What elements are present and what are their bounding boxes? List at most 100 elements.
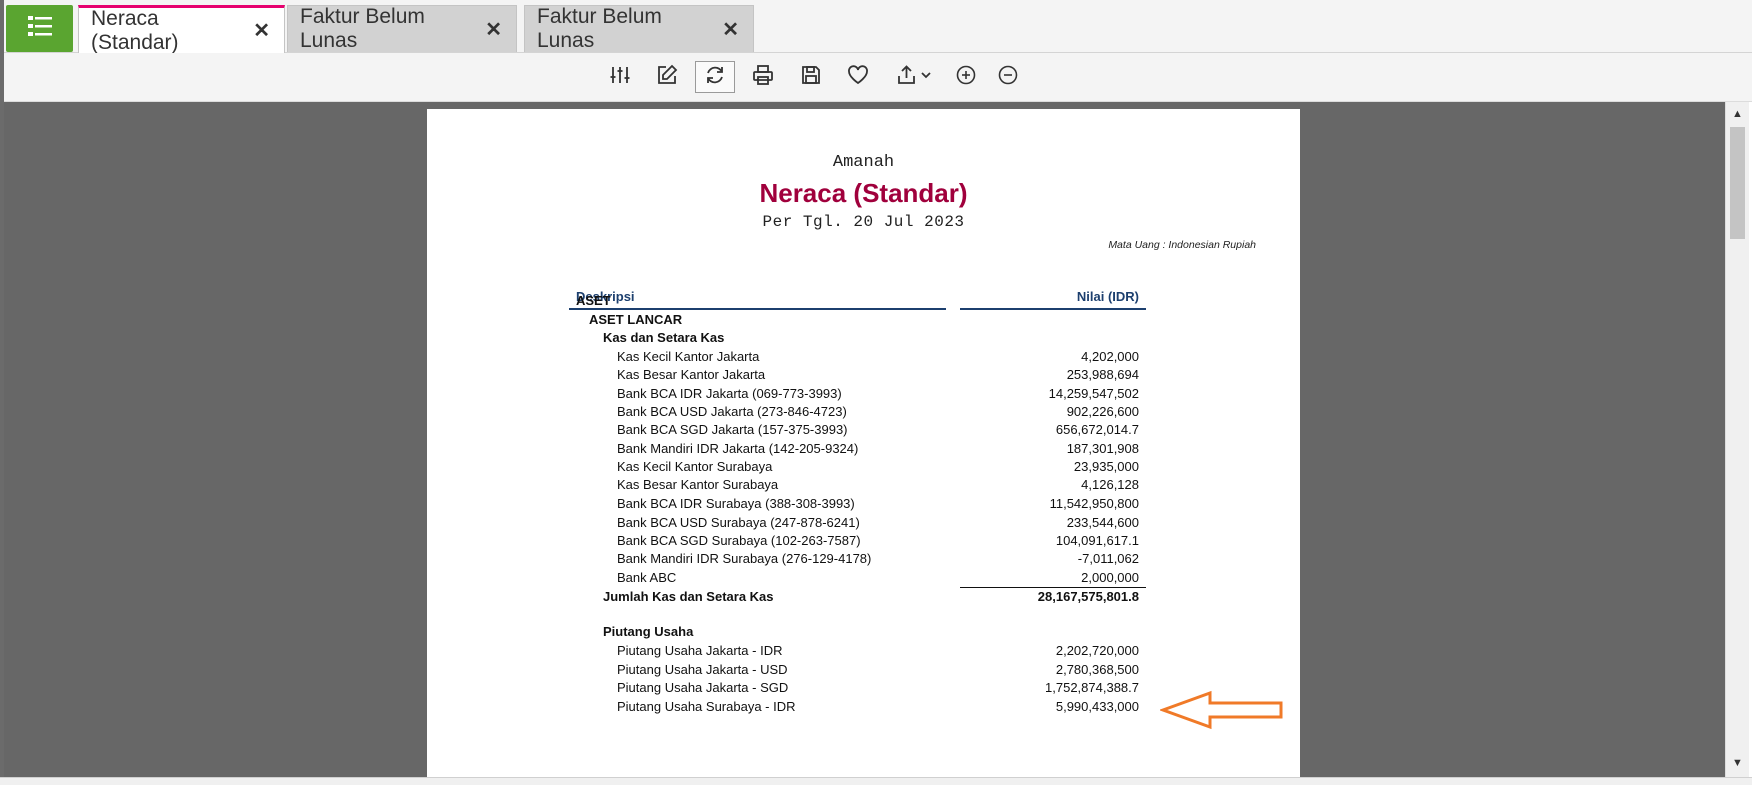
row-label: Jumlah Kas dan Setara Kas [603, 589, 774, 604]
company-name: Amanah [832, 153, 895, 172]
row-value: 2,780,368,500 [1055, 662, 1139, 677]
filter-sliders-icon [609, 65, 631, 90]
row-value: 5,990,433,000 [1055, 699, 1139, 714]
report-row: Jumlah Kas dan Setara Kas 28,167,575,801.… [569, 588, 1146, 608]
report-row: Bank BCA USD Jakarta (273-846-4723) 902,2… [569, 403, 1146, 423]
tab-label: Faktur Belum Lunas [300, 5, 425, 52]
refresh-button[interactable] [695, 61, 735, 93]
report-date: Per Tgl. 20 Jul 2023 [762, 213, 965, 231]
row-value: 14,259,547,502 [1048, 386, 1139, 401]
row-value: -7,011,062 [1077, 551, 1139, 566]
tab-faktur-belum-lunas-1[interactable]: Faktur Belum Lunas ✕ [287, 5, 517, 52]
row-label: Kas Kecil Kantor Surabaya [617, 459, 773, 474]
row-label: Piutang Usaha [603, 624, 694, 639]
tab-faktur-belum-lunas-2[interactable]: Faktur Belum Lunas ✕ [524, 5, 754, 52]
tab-neraca-standar[interactable]: Neraca (Standar) ✕ [78, 5, 285, 54]
main-menu-button[interactable] [6, 5, 73, 52]
scrollbar-thumb[interactable] [1730, 127, 1745, 239]
tab-label: Neraca (Standar) [91, 6, 179, 54]
report-row: Kas Kecil Kantor Surabaya 23,935,000 [569, 458, 1146, 478]
report-toolbar [4, 53, 1752, 102]
report-row: Bank ABC 2,000,000 [569, 569, 1146, 589]
row-value: 253,988,694 [1066, 367, 1139, 382]
row-label: Bank BCA USD Surabaya (247-878-6241) [617, 515, 860, 530]
scroll-down-icon[interactable]: ▼ [1732, 757, 1743, 769]
row-label: Piutang Usaha Jakarta - USD [617, 662, 788, 677]
print-icon [752, 64, 774, 91]
report-row: Bank BCA USD Surabaya (247-878-6241) 233,… [569, 514, 1146, 534]
row-label: Kas Besar Kantor Surabaya [617, 477, 779, 492]
chevron-down-icon [920, 68, 932, 86]
close-icon[interactable]: ✕ [253, 18, 270, 43]
report-row: Kas Besar Kantor Jakarta 253,988,694 [569, 366, 1146, 386]
close-icon[interactable]: ✕ [722, 17, 739, 42]
row-label: Bank BCA SGD Surabaya (102-263-7587) [617, 533, 861, 548]
report-row: Piutang Usaha Jakarta - IDR 2,202,720,000 [569, 642, 1146, 662]
row-label: Bank BCA IDR Surabaya (388-308-3993) [617, 496, 855, 511]
row-label: ASET LANCAR [589, 312, 683, 327]
scroll-up-icon[interactable]: ▲ [1732, 108, 1743, 120]
row-label: ASET [576, 293, 611, 308]
report-row: Piutang Usaha [569, 623, 1146, 643]
edit-button[interactable] [647, 61, 687, 93]
close-icon[interactable]: ✕ [485, 17, 502, 42]
print-button[interactable] [743, 61, 783, 93]
vertical-scrollbar[interactable]: ▲ ▼ [1725, 102, 1749, 777]
row-label: Piutang Usaha Surabaya - IDR [617, 699, 796, 714]
report-row: Bank Mandiri IDR Surabaya (276-129-4178)… [569, 550, 1146, 570]
currency-note: Mata Uang : Indonesian Rupiah [1108, 239, 1256, 251]
row-label: Bank BCA IDR Jakarta (069-773-3993) [617, 386, 842, 401]
row-value: 28,167,575,801.8 [1037, 589, 1139, 604]
row-value: 4,202,000 [1081, 349, 1139, 364]
row-value: 1,752,874,388.7 [1045, 680, 1139, 695]
row-label: Bank Mandiri IDR Jakarta (142-205-9324) [617, 441, 859, 456]
row-value: 23,935,000 [1073, 459, 1139, 474]
row-value: 187,301,908 [1066, 441, 1139, 456]
row-label: Piutang Usaha Jakarta - IDR [617, 643, 783, 658]
report-row: Kas dan Setara Kas [569, 329, 1146, 349]
report-row: Piutang Usaha Jakarta - SGD 1,752,874,388… [569, 679, 1146, 699]
refresh-icon [704, 64, 726, 91]
report-row: Bank BCA IDR Jakarta (069-773-3993) 14,25… [569, 385, 1146, 405]
filter-button[interactable] [600, 61, 640, 93]
favorite-heart-icon [847, 64, 869, 91]
arrow-annotation-icon [1160, 690, 1283, 730]
row-label: Bank BCA SGD Jakarta (157-375-3993) [617, 422, 848, 437]
tab-label: Faktur Belum Lunas [537, 5, 662, 52]
tab-bar: Neraca (Standar) ✕ Faktur Belum Lunas ✕ … [4, 0, 1752, 54]
report-row: Bank BCA IDR Surabaya (388-308-3993) 11,5… [569, 495, 1146, 515]
row-value: 656,672,014.7 [1055, 422, 1139, 437]
row-label: Bank ABC [617, 570, 677, 585]
report-row: Kas Besar Kantor Surabaya 4,126,128 [569, 476, 1146, 496]
row-label: Kas dan Setara Kas [603, 330, 725, 345]
row-value: 4,126,128 [1081, 477, 1139, 492]
row-value: 233,544,600 [1066, 515, 1139, 530]
row-value: 2,202,720,000 [1055, 643, 1139, 658]
report-row: Piutang Usaha Jakarta - USD 2,780,368,500 [569, 661, 1146, 681]
row-label: Kas Besar Kantor Jakarta [617, 367, 766, 382]
report-row: Piutang Usaha Surabaya - IDR 5,990,433,00… [569, 698, 1146, 718]
report-row: Bank BCA SGD Jakarta (157-375-3993) 656,6… [569, 421, 1146, 441]
row-value: 104,091,617.1 [1055, 533, 1139, 548]
row-label: Kas Kecil Kantor Jakarta [617, 349, 760, 364]
row-value: 2,000,000 [1081, 570, 1139, 585]
export-button[interactable] [888, 61, 940, 93]
report-viewer[interactable]: Amanah Neraca (Standar) Per Tgl. 20 Jul … [4, 102, 1725, 777]
subtotal-rule [960, 587, 1146, 588]
row-value: 11,542,950,800 [1049, 496, 1139, 511]
list-menu-icon [27, 14, 53, 43]
zoom-in-button[interactable] [946, 61, 986, 93]
report-title: Neraca (Standar) [759, 178, 968, 208]
row-label: Bank Mandiri IDR Surabaya (276-129-4178) [617, 551, 872, 566]
report-row: Kas Kecil Kantor Jakarta 4,202,000 [569, 348, 1146, 368]
favorite-button[interactable] [838, 61, 878, 93]
row-label: Bank BCA USD Jakarta (273-846-4723) [617, 404, 847, 419]
row-value: 902,226,600 [1066, 404, 1139, 419]
report-row: ASET LANCAR [569, 311, 1146, 331]
edit-icon [656, 64, 678, 91]
report-row: ASET [569, 292, 1146, 312]
export-icon [896, 64, 920, 91]
row-label: Piutang Usaha Jakarta - SGD [617, 680, 789, 695]
save-button[interactable] [791, 61, 831, 93]
zoom-out-button[interactable] [988, 61, 1028, 93]
